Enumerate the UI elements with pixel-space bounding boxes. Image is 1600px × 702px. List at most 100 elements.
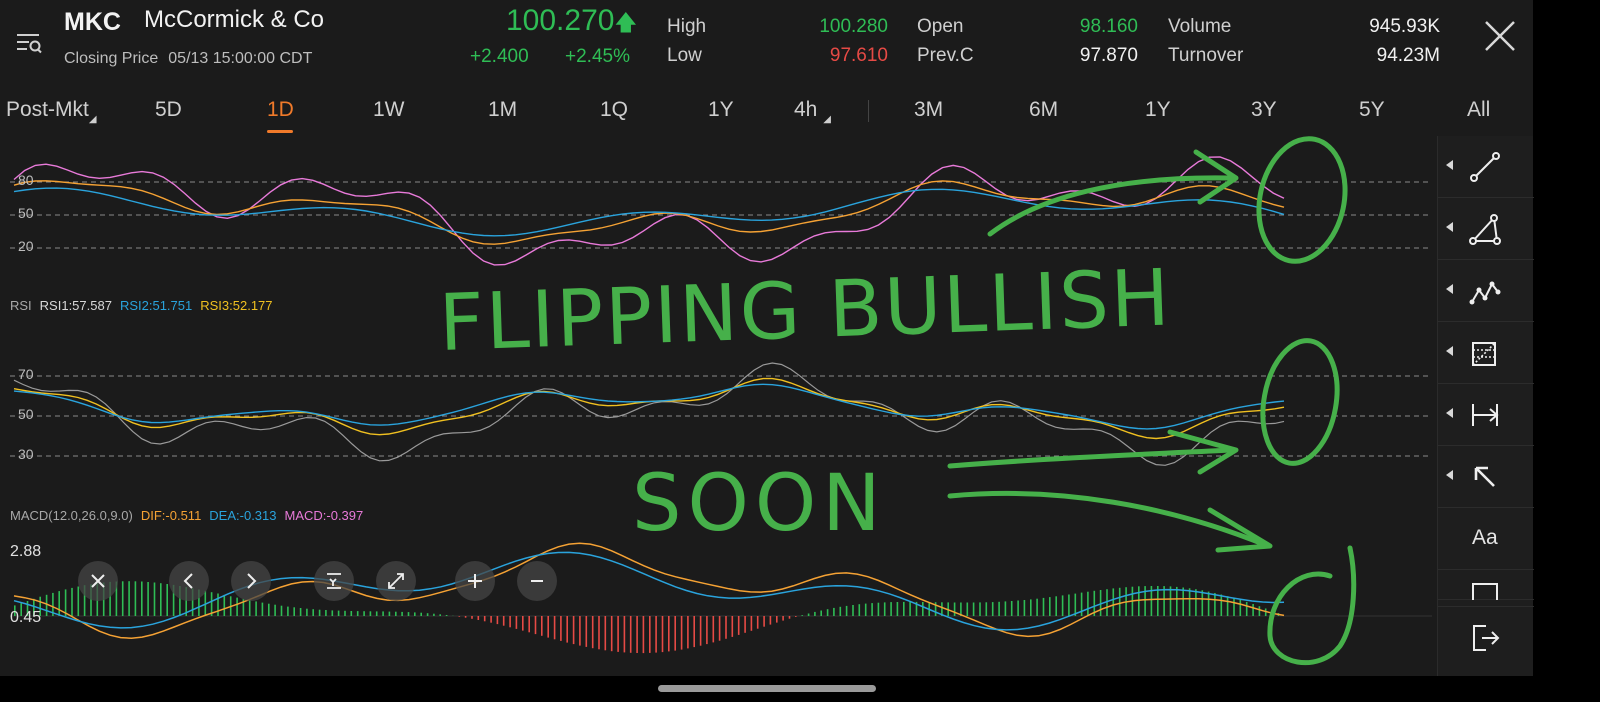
macd-histogram-bar [1004, 601, 1007, 616]
macd-histogram-bar [560, 616, 562, 641]
tab-3y[interactable]: 3Y [1251, 98, 1277, 122]
indicator-chart-area[interactable]: FLIPPING BULLISH SOON 80 50 20 RSI RSI1:… [0, 136, 1437, 676]
reset-chart-button[interactable] [78, 561, 118, 601]
macd-histogram-bar [922, 602, 924, 616]
tab-3m[interactable]: 3M [914, 98, 943, 122]
macd-histogram-bar [1245, 601, 1248, 616]
open-label: Open [917, 16, 964, 37]
zoom-in-button[interactable] [455, 561, 495, 601]
expand-caret-icon [1446, 408, 1453, 418]
macd-histogram-bar [858, 604, 861, 616]
tab-1d[interactable]: 1D [267, 98, 294, 122]
macd-histogram-bar [814, 611, 816, 616]
tab-4h-label: 4h [794, 98, 818, 121]
macd-histogram-bar [744, 616, 746, 633]
closing-time: 05/13 15:00:00 CDT [168, 50, 313, 67]
macd-histogram-bar [414, 612, 416, 616]
y-axis-scale-button[interactable] [314, 561, 354, 601]
expand-chart-button[interactable] [376, 561, 416, 601]
macd-histogram-bar [610, 616, 613, 652]
tool-exit[interactable] [1438, 606, 1534, 668]
macd-histogram-bar [325, 610, 327, 616]
tab-6m[interactable]: 6M [1029, 98, 1058, 122]
macd-histogram-bar [1252, 604, 1254, 616]
close-icon[interactable] [1482, 18, 1518, 54]
macd-histogram-bar [731, 616, 734, 637]
tool-range[interactable] [1438, 384, 1534, 446]
tab-post-mkt[interactable]: Post-Mkt◢ [6, 98, 97, 125]
macd-histogram-bar [71, 587, 73, 616]
expand-caret-icon [1446, 160, 1453, 170]
macd-histogram-bar [1112, 588, 1115, 616]
tab-1w[interactable]: 1W [373, 98, 405, 122]
tab-5y[interactable]: 5Y [1359, 98, 1385, 122]
tab-4h[interactable]: 4h ◢ [794, 98, 831, 125]
macd-histogram-bar [1010, 601, 1013, 616]
home-indicator[interactable] [658, 685, 876, 692]
scroll-left-button[interactable] [169, 561, 209, 601]
macd-histogram-bar [1074, 593, 1077, 616]
expand-icon [388, 573, 404, 589]
macd-histogram-bar [883, 602, 886, 616]
macd-histogram-bar [344, 610, 346, 616]
tool-fib[interactable] [1438, 322, 1534, 384]
macd-histogram-bar [649, 616, 651, 653]
tab-1y-b[interactable]: 1Y [1145, 98, 1171, 122]
macd-histogram-bar [134, 581, 137, 616]
annotation-circle-2 [1260, 338, 1340, 466]
tab-1y[interactable]: 1Y [708, 98, 734, 122]
tab-all[interactable]: All [1467, 98, 1490, 122]
annotation-line2: SOON [632, 459, 887, 549]
macd-histogram-bar [890, 602, 892, 616]
triangle-icon [1469, 214, 1501, 245]
macd-histogram-bar [725, 616, 727, 639]
macd-histogram-bar [1182, 587, 1184, 616]
rsi-axis-70: 70 [18, 366, 34, 382]
macd-value: MACD:-0.397 [284, 508, 364, 523]
tool-line[interactable] [1438, 136, 1534, 198]
fibonacci-box-icon [1472, 342, 1496, 366]
macd-histogram-bar [966, 602, 969, 616]
macd-histogram-bar [337, 610, 340, 616]
macd-histogram-bar [502, 616, 505, 626]
trend-line-icon [1470, 152, 1500, 182]
tab-5d[interactable]: 5D [155, 98, 182, 122]
arrow-upleft-icon [1474, 466, 1495, 487]
last-price: 100.270🡅 [506, 4, 637, 44]
macd-histogram-bar [318, 609, 321, 616]
tool-more[interactable] [1438, 570, 1534, 600]
kdj-axis-80: 80 [18, 172, 34, 188]
rsi-name: RSI [10, 298, 32, 313]
macd-histogram-bar [1080, 592, 1083, 616]
macd-histogram-bar [1036, 598, 1038, 616]
macd-histogram-bar [1195, 589, 1197, 616]
macd-histogram-bar [820, 610, 822, 616]
tab-1m[interactable]: 1M [488, 98, 517, 122]
turnover-value: 94.23M [1376, 45, 1440, 66]
macd-histogram-bar [1239, 599, 1242, 616]
tool-text[interactable]: Aa [1438, 508, 1534, 570]
price-value: 100.270 [506, 4, 615, 37]
macd-histogram-bar [706, 616, 708, 645]
macd-axis-mid: 0.45 [10, 609, 42, 626]
tab-1q[interactable]: 1Q [600, 98, 628, 122]
macd-histogram-bar [1068, 594, 1070, 616]
zoom-out-button[interactable] [517, 561, 557, 601]
rsi1-line [13, 362, 1285, 466]
drawing-toolbar: Aa [1437, 136, 1534, 676]
macd-histogram-bar [833, 607, 835, 616]
macd-histogram-bar [382, 611, 384, 616]
rsi2-value: RSI2:51.751 [119, 298, 193, 313]
tool-triangle[interactable] [1438, 198, 1534, 260]
macd-histogram-bar [718, 616, 721, 641]
closing-info: Closing Price 05/13 15:00:00 CDT [64, 50, 312, 68]
menu-icon[interactable] [14, 27, 44, 57]
rsi-legend: RSI RSI1:57.587 RSI2:51.751 RSI3:52.177 [10, 298, 281, 313]
macd-legend: MACD(12.0,26.0,9.0) DIF:-0.511 DEA:-0.313 M… [10, 508, 371, 523]
scroll-right-button[interactable] [231, 561, 271, 601]
macd-histogram-bar [668, 616, 670, 652]
tool-arrow[interactable] [1438, 446, 1534, 508]
macd-histogram-bar [985, 602, 988, 616]
tool-pattern[interactable] [1438, 260, 1534, 322]
macd-histogram-bar [763, 616, 765, 627]
